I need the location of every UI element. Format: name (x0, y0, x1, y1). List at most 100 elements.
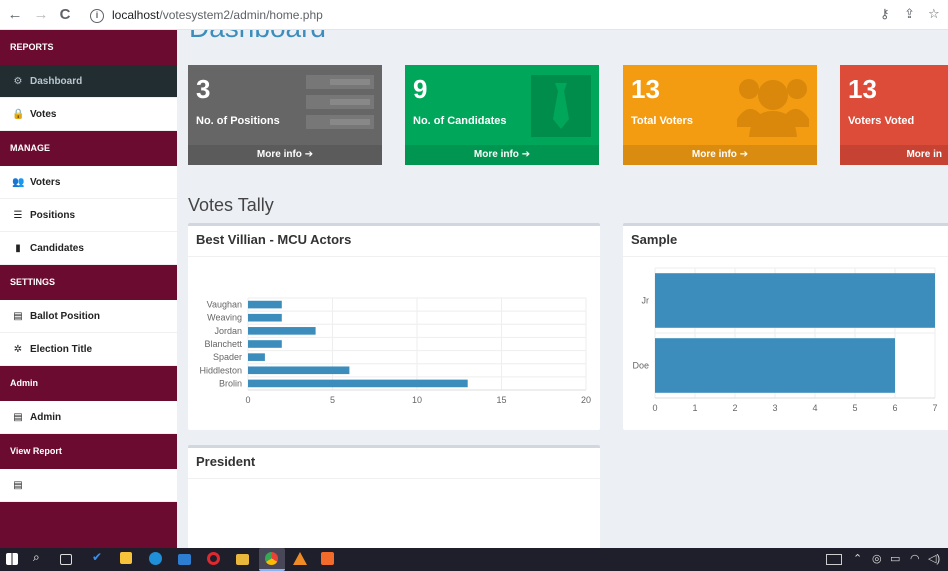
main-content: Dashboard 3 No. of Positions More info ➔… (177, 30, 948, 548)
category-label: Doe (632, 361, 649, 371)
voters-voted-label: Voters Voted (848, 115, 915, 127)
sidebar-item-label: Admin (30, 412, 62, 423)
bar[interactable] (248, 366, 350, 375)
voters-voted-more-info-link[interactable]: More in (840, 145, 948, 165)
file-explorer-icon[interactable] (236, 554, 249, 565)
panel-title: Best Villian - MCU Actors (196, 232, 352, 247)
sidebar-item-label: Voters (30, 177, 61, 188)
store-icon[interactable] (120, 552, 132, 564)
file-icon: ▤ (13, 480, 23, 491)
sidebar-item-candidates[interactable]: ▮ Candidates (0, 232, 177, 265)
task-view-icon[interactable] (60, 554, 72, 565)
stat-box-positions: 3 No. of Positions More info ➔ (188, 65, 382, 165)
x-tick-label: 0 (245, 395, 250, 405)
dashboard-icon: ⚙ (13, 76, 23, 87)
category-label: Blanchett (204, 339, 242, 349)
x-tick-label: 3 (772, 403, 777, 413)
bar-chart-best-villain: 0 5 10 15 20 Vaughan Weaving Jordan Blanchett Spa… (199, 297, 591, 405)
bar[interactable] (248, 300, 282, 309)
file-icon: ▤ (13, 412, 23, 423)
sidebar-header-manage: MANAGE (10, 143, 50, 153)
search-icon[interactable]: ⌕ (33, 550, 47, 564)
url-path: /votesystem2/admin/home.php (159, 8, 323, 22)
lock-icon: 🔒 (12, 109, 25, 120)
black-tie-icon: ▮ (15, 243, 21, 254)
bar[interactable] (655, 273, 935, 328)
keyboard-icon[interactable] (826, 554, 842, 565)
candidates-more-info-link[interactable]: More info ➔ (405, 145, 599, 165)
reload-icon[interactable]: C (56, 6, 74, 24)
positions-more-info-link[interactable]: More info ➔ (188, 145, 382, 165)
users-icon: 👥 (12, 177, 25, 188)
sidebar-item-positions[interactable]: ☰ Positions (0, 199, 177, 232)
x-tick-label: 5 (330, 395, 335, 405)
black-tie-icon (531, 75, 591, 137)
windows-start-icon[interactable] (6, 553, 18, 565)
chart-panel-sample: Sample 0 1 2 3 4 5 6 7 Jr Doe (623, 223, 948, 430)
candidates-label: No. of Candidates (413, 115, 507, 127)
sidebar-item-ballot-position[interactable]: ▤ Ballot Position (0, 300, 177, 333)
positions-count: 3 (196, 74, 211, 104)
xampp-icon[interactable] (321, 552, 334, 565)
volume-icon[interactable]: ◁) (928, 552, 940, 565)
sidebar-item-label: Positions (30, 210, 76, 221)
category-label: Weaving (207, 313, 242, 323)
sidebar-item-label: Candidates (30, 243, 84, 254)
category-label: Brolin (219, 378, 242, 388)
bar[interactable] (248, 327, 316, 335)
category-label: Jr (642, 296, 650, 306)
sidebar-item-election-title[interactable]: ✲ Election Title (0, 333, 177, 366)
x-tick-label: 6 (892, 403, 897, 413)
panel-divider (188, 256, 600, 257)
stat-box-total-voters: 13 Total Voters More info ➔ (623, 65, 817, 165)
category-label: Spader (213, 352, 242, 362)
tasks-icon: ☰ (13, 210, 23, 221)
bar[interactable] (655, 338, 895, 393)
candidates-count: 9 (413, 74, 428, 104)
forward-icon[interactable]: → (32, 6, 50, 24)
category-label: Vaughan (207, 300, 242, 310)
sidebar: REPORTS ⚙ Dashboard 🔒 Votes MANAGE 👥 Voters ☰ Pos… (0, 30, 177, 548)
sidebar-item-voters[interactable]: 👥 Voters (0, 166, 177, 199)
bar[interactable] (248, 353, 265, 361)
battery-icon[interactable]: ▭ (890, 552, 900, 565)
sidebar-header-admin: Admin (10, 378, 38, 388)
todo-icon[interactable]: ✔ (92, 550, 106, 564)
users-icon (735, 71, 811, 137)
sidebar-header-reports: REPORTS (10, 42, 54, 52)
bar[interactable] (248, 313, 282, 322)
sidebar-item-report[interactable]: ▤ (0, 469, 177, 502)
address-bar[interactable]: i localhost/votesystem2/admin/home.php (82, 4, 862, 26)
panel-title: Sample (631, 232, 678, 247)
x-tick-label: 15 (496, 395, 506, 405)
sidebar-item-label: Ballot Position (30, 311, 100, 322)
sidebar-item-votes[interactable]: 🔒 Votes (0, 98, 177, 131)
x-tick-label: 4 (812, 403, 817, 413)
sidebar-item-admin[interactable]: ▤ Admin (0, 401, 177, 434)
share-icon[interactable]: ⇪ (904, 6, 915, 22)
total-voters-label: Total Voters (631, 115, 693, 127)
sidebar-item-label: Election Title (30, 344, 93, 355)
cog-icon: ✲ (13, 344, 23, 355)
opera-icon[interactable] (207, 552, 220, 565)
panel-divider (623, 256, 948, 257)
star-icon[interactable]: ☆ (928, 6, 940, 22)
panel-title: President (196, 454, 256, 469)
edge-icon[interactable] (149, 552, 162, 565)
sidebar-item-label: Votes (30, 109, 57, 120)
mail-icon[interactable] (178, 554, 191, 565)
vlc-icon[interactable] (293, 552, 307, 565)
total-voters-count: 13 (631, 74, 660, 104)
key-icon[interactable]: ⚷ (880, 6, 890, 22)
back-icon[interactable]: ← (6, 6, 24, 24)
bar[interactable] (248, 379, 468, 388)
sidebar-item-dashboard[interactable]: ⚙ Dashboard (0, 65, 177, 98)
wifi-icon[interactable]: ◠ (910, 552, 920, 565)
sidebar-header-view-report: View Report (10, 446, 62, 456)
site-info-icon[interactable]: i (90, 8, 104, 23)
meet-now-icon[interactable]: ◎ (872, 552, 882, 565)
bar[interactable] (248, 340, 282, 348)
chevron-up-icon[interactable]: ⌃ (853, 552, 862, 565)
total-voters-more-info-link[interactable]: More info ➔ (623, 145, 817, 165)
x-tick-label: 20 (581, 395, 591, 405)
